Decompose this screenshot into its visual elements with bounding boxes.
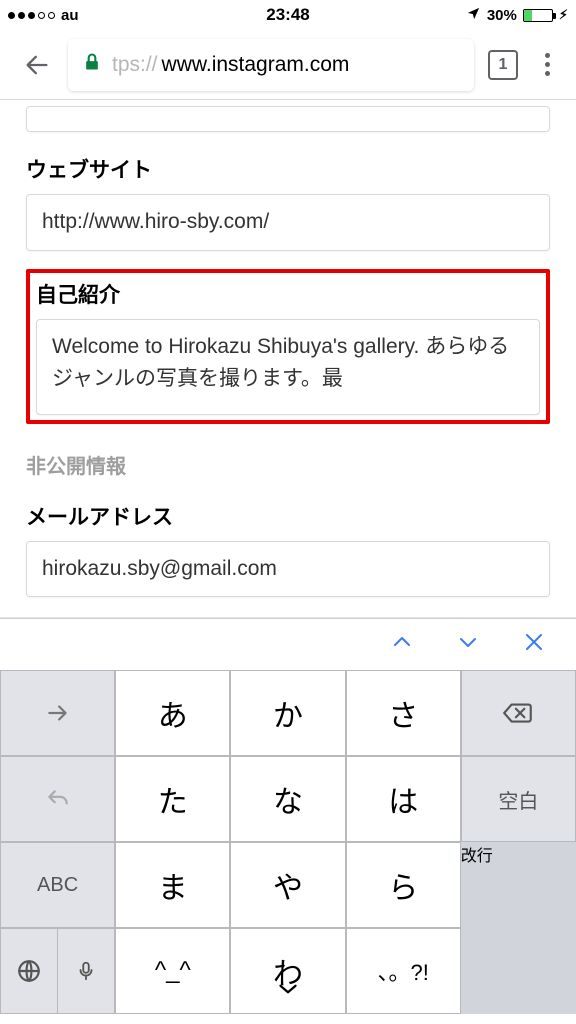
ios-status-bar: au 23:48 30% ⚡︎ [0,0,576,30]
key-return[interactable]: 改行 [461,842,576,866]
bio-label: 自己紹介 [36,279,540,309]
tabs-button[interactable]: 1 [488,50,518,80]
bio-textarea[interactable] [36,319,540,415]
key-space[interactable]: 空白 [461,756,576,842]
key-ra[interactable]: ら [346,842,461,928]
website-input[interactable] [26,194,550,251]
key-ya[interactable]: や [230,842,345,928]
key-backspace[interactable] [461,670,576,756]
key-ka[interactable]: か [230,670,345,756]
url-host: www.instagram.com [162,53,350,77]
key-na[interactable]: な [230,756,345,842]
more-menu-button[interactable] [532,53,562,76]
lock-icon [82,51,102,79]
bio-section-highlight: 自己紹介 [26,269,550,424]
email-label: メールアドレス [26,501,550,531]
key-undo[interactable] [0,756,115,842]
charging-icon: ⚡︎ [559,7,568,23]
key-arrow-right[interactable] [0,670,115,756]
key-ta[interactable]: た [115,756,230,842]
key-ha[interactable]: は [346,756,461,842]
key-wa[interactable]: わ [230,928,345,1014]
prev-field-button[interactable] [390,630,414,659]
browser-toolbar: tps:// www.instagram.com 1 [0,30,576,100]
key-punct[interactable]: 、。?! [346,928,461,1014]
email-input[interactable] [26,541,550,598]
key-abc[interactable]: ABC [0,842,115,928]
next-field-button[interactable] [456,630,480,659]
private-info-heading: 非公開情報 [26,450,550,479]
address-bar[interactable]: tps:// www.instagram.com [68,39,474,91]
key-globe-mic[interactable] [0,928,115,1014]
clock-label: 23:48 [266,5,309,25]
mic-icon [75,958,97,984]
url-protocol: tps:// [112,53,158,77]
battery-icon [523,9,553,22]
name-input-partial[interactable] [26,106,550,132]
key-a[interactable]: あ [115,670,230,756]
carrier-label: au [61,7,79,24]
globe-icon [16,958,42,984]
location-icon [466,6,481,25]
key-sa[interactable]: さ [346,670,461,756]
battery-pct: 30% [487,7,517,24]
website-label: ウェブサイト [26,154,550,184]
key-kaomoji[interactable]: ^_^ [115,928,230,1014]
edit-profile-form: ウェブサイト 自己紹介 非公開情報 メールアドレス [0,106,576,618]
signal-dots-icon [8,12,55,19]
keyboard-accessory-bar [0,618,576,670]
ios-kana-keyboard: あ か さ た な は 空白 ABC ま や ら [0,670,576,1014]
dismiss-keyboard-button[interactable] [522,628,546,662]
key-ma[interactable]: ま [115,842,230,928]
back-button[interactable] [20,48,54,82]
